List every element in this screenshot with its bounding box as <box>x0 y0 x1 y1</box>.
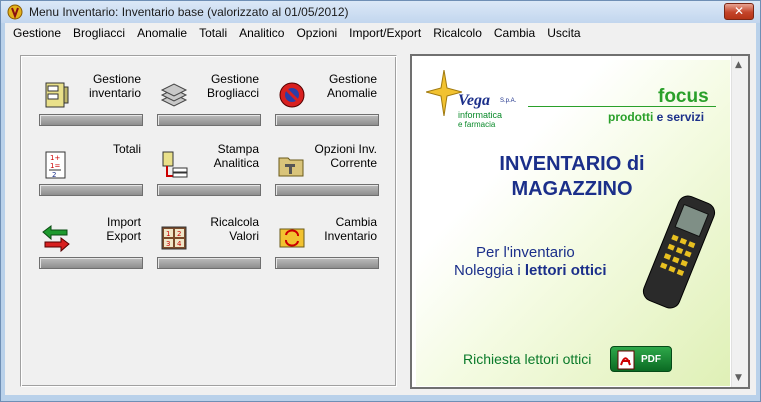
tile-gestione-inventario[interactable]: Gestione inventario <box>39 70 143 126</box>
tile-button-bar[interactable] <box>275 257 379 269</box>
tile-label: Gestione Brogliacci <box>206 72 259 100</box>
ad-line2: Noleggia i lettori ottici <box>454 262 607 279</box>
client-area: Gestione inventario Gestione Brogliacci <box>5 43 756 395</box>
vega-star-logo <box>426 70 462 116</box>
tile-stampa-analitica[interactable]: Stampa Analitica <box>157 140 261 196</box>
function-panel: Gestione inventario Gestione Brogliacci <box>20 55 397 387</box>
ad-divider <box>528 106 716 107</box>
menu-analitico[interactable]: Analitico <box>233 23 290 43</box>
menu-gestione[interactable]: Gestione <box>7 23 67 43</box>
close-button[interactable]: ✕ <box>724 3 754 20</box>
tile-label: Totali <box>112 142 141 156</box>
tile-ricalcola-valori[interactable]: 12 34 Ricalcola Valori <box>157 213 261 269</box>
tile-label: Cambia Inventario <box>324 215 377 243</box>
tile-button-bar[interactable] <box>275 114 379 126</box>
tile-label: Stampa Analitica <box>213 142 259 170</box>
tile-totali[interactable]: 1+ 1= 2 Totali <box>39 140 143 196</box>
application-window: Menu Inventario: Inventario base (valori… <box>0 0 761 402</box>
ad-brand: Vega <box>458 92 490 109</box>
menu-cambia[interactable]: Cambia <box>488 23 541 43</box>
menu-opzioni[interactable]: Opzioni <box>290 23 343 43</box>
tile-label: Gestione Anomalie <box>326 72 377 100</box>
menu-anomalie[interactable]: Anomalie <box>131 23 193 43</box>
ad-request-text[interactable]: Richiesta lettori ottici <box>463 351 591 367</box>
ad-brand-suffix: S.p.A. <box>500 98 517 104</box>
scroll-up-icon[interactable]: ▲ <box>735 60 742 70</box>
tile-button-bar[interactable] <box>39 114 143 126</box>
svg-text:1+: 1+ <box>50 154 60 162</box>
tile-cambia-inventario[interactable]: Cambia Inventario <box>275 213 379 269</box>
menu-import-export[interactable]: Import/Export <box>343 23 427 43</box>
ad-focus-sub-b: e servizi <box>653 110 705 124</box>
tile-button-bar[interactable] <box>39 184 143 196</box>
ad-focus: focus <box>658 86 709 107</box>
tile-gestione-anomalie[interactable]: Gestione Anomalie <box>275 70 379 126</box>
close-icon: ✕ <box>733 4 745 18</box>
ad-focus-sub-a: prodotti <box>608 110 654 124</box>
ad-banner[interactable]: Vega S.p.A. informatica e farmacia focus… <box>416 60 730 386</box>
menu-totali[interactable]: Totali <box>193 23 233 43</box>
ad-line2-b: lettori ottici <box>524 262 607 279</box>
pdf-button[interactable]: PDF <box>610 346 672 372</box>
tile-button-bar[interactable] <box>157 114 261 126</box>
svg-text:1: 1 <box>166 230 170 238</box>
tile-button-bar[interactable] <box>157 257 261 269</box>
ad-brand-sub2: e farmacia <box>458 120 496 129</box>
window-title: Menu Inventario: Inventario base (valori… <box>29 5 349 19</box>
app-logo-icon <box>7 4 23 20</box>
menu-ricalcolo[interactable]: Ricalcolo <box>427 23 488 43</box>
tile-button-bar[interactable] <box>275 184 379 196</box>
barcode-scanner-image <box>642 195 716 309</box>
tile-label: Import Export <box>106 215 141 243</box>
svg-text:3: 3 <box>166 240 170 248</box>
ad-focus-sub: prodotti e servizi <box>608 110 704 124</box>
tile-label: Opzioni Inv. Corrente <box>314 142 377 170</box>
tile-label: Gestione inventario <box>88 72 141 100</box>
tile-import-export[interactable]: Import Export <box>39 213 143 269</box>
tile-opzioni-inventario[interactable]: Opzioni Inv. Corrente <box>275 140 379 196</box>
pdf-icon <box>617 350 635 370</box>
advertisement-panel: Vega S.p.A. informatica e farmacia focus… <box>410 54 750 389</box>
tile-button-bar[interactable] <box>39 257 143 269</box>
pdf-label: PDF <box>641 354 661 365</box>
ad-line2-a: Noleggia i <box>454 262 525 279</box>
svg-text:2: 2 <box>52 171 56 179</box>
menu-brogliacci[interactable]: Brogliacci <box>67 23 131 43</box>
tile-button-bar[interactable] <box>157 184 261 196</box>
scroll-down-icon[interactable]: ▼ <box>735 373 742 383</box>
svg-text:1=: 1= <box>50 162 60 170</box>
ad-brand-sub1: informatica <box>458 110 503 120</box>
vertical-scrollbar[interactable]: ▲ ▼ <box>731 56 748 387</box>
tile-label: Ricalcola Valori <box>210 215 259 243</box>
title-bar[interactable]: Menu Inventario: Inventario base (valori… <box>1 1 760 23</box>
tile-gestione-brogliacci[interactable]: Gestione Brogliacci <box>157 70 261 126</box>
menu-bar: Gestione Brogliacci Anomalie Totali Anal… <box>5 23 756 43</box>
ad-line1: Per l'inventario <box>476 244 575 261</box>
menu-uscita[interactable]: Uscita <box>541 23 586 43</box>
